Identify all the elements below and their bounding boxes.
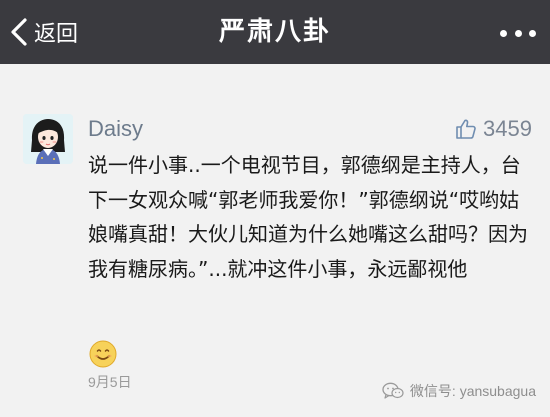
comment-author[interactable]: Daisy	[88, 116, 143, 142]
avatar-girl-illustration	[23, 114, 73, 164]
more-dots-icon[interactable]	[500, 26, 536, 40]
smiling-face-emoji	[89, 340, 117, 368]
thumbs-up-icon	[456, 119, 476, 139]
avatar[interactable]	[23, 114, 73, 164]
comment-date: 9月5日	[88, 374, 132, 390]
like-count: 3459	[483, 116, 532, 141]
top-bar: 返回 严肃八卦	[0, 0, 550, 64]
comment-text: 说一件小事..一个电视节目，郭德纲是主持人，台下一女观众喊“郭老师我爱你！”郭德…	[88, 153, 528, 281]
wechat-icon	[382, 382, 404, 399]
back-button[interactable]: 返回	[10, 14, 78, 50]
watermark-text: 微信号: yansubagua	[409, 383, 536, 399]
comment-item: Daisy 3459 说一件小事..一个电视节目，郭德纲是主持人，台下一女观众喊…	[0, 64, 550, 417]
like-button[interactable]: 3459	[455, 116, 532, 142]
back-label: 返回	[34, 22, 79, 47]
watermark: 微信号: yansubagua	[382, 381, 536, 401]
page-title: 严肃八卦	[218, 17, 331, 47]
chevron-left-icon	[11, 18, 27, 46]
